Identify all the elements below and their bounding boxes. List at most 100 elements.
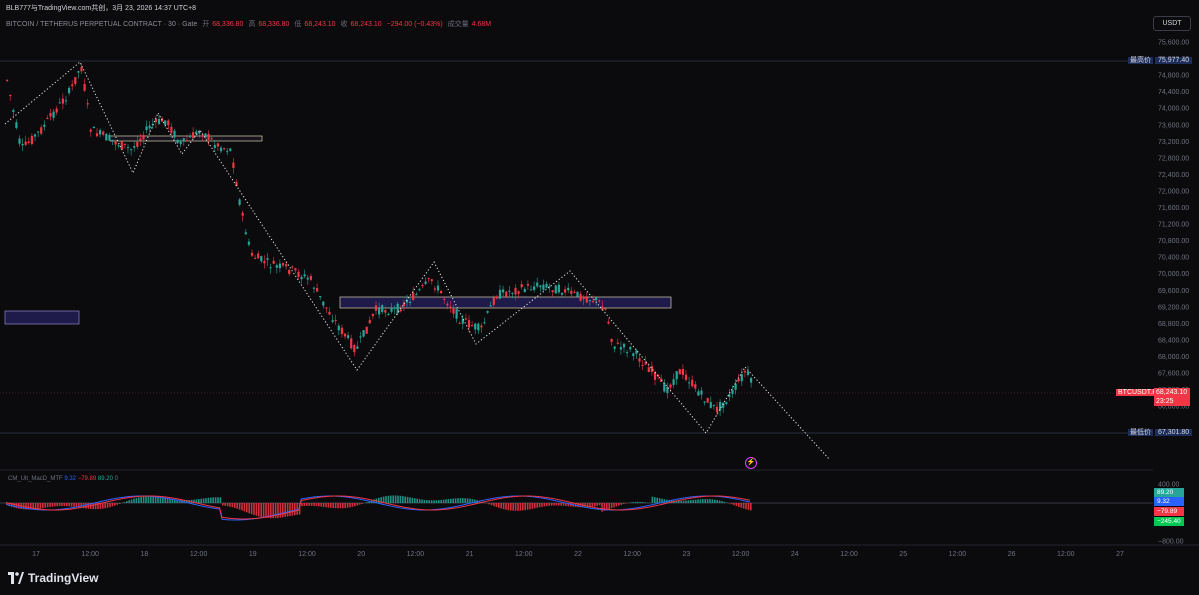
macd-histogram-bar bbox=[526, 503, 529, 510]
candle-body bbox=[123, 143, 126, 145]
macd-histogram-bar bbox=[320, 503, 322, 507]
macd-histogram-bar bbox=[723, 501, 726, 503]
macd-histogram-bar bbox=[447, 499, 450, 503]
macd-histogram-bar bbox=[231, 503, 234, 508]
oscillator-value-2: −79.89 bbox=[77, 476, 97, 482]
candle-body bbox=[399, 309, 402, 312]
oscillator-value-tag: −79.89 bbox=[1154, 507, 1184, 516]
macd-histogram-bar bbox=[610, 503, 613, 509]
macd-histogram-bar bbox=[229, 503, 231, 507]
candle-body bbox=[300, 276, 303, 280]
tradingview-logo[interactable]: TradingView bbox=[8, 571, 98, 585]
chart-canvas[interactable]: 75,600.0075,200.0074,800.0074,400.0074,0… bbox=[0, 0, 1199, 595]
macd-histogram-bar bbox=[630, 502, 632, 503]
macd-histogram-bar bbox=[534, 503, 536, 509]
candle-body bbox=[244, 232, 247, 235]
macd-histogram-bar bbox=[452, 498, 454, 503]
macd-histogram-bar bbox=[207, 497, 210, 503]
macd-histogram-bar bbox=[490, 503, 493, 506]
macd-histogram-bar bbox=[354, 503, 356, 507]
macd-histogram-bar bbox=[538, 503, 541, 508]
macd-histogram-bar bbox=[426, 500, 428, 503]
macd-histogram-bar bbox=[442, 499, 445, 503]
macd-histogram-bar bbox=[466, 498, 469, 503]
candle-body bbox=[55, 108, 58, 113]
currency-button[interactable]: USDT bbox=[1153, 16, 1191, 31]
candle-body bbox=[61, 98, 64, 104]
macd-histogram-bar bbox=[402, 496, 404, 503]
candle-body bbox=[467, 320, 471, 328]
candle-body bbox=[464, 318, 467, 320]
macd-histogram-bar bbox=[56, 503, 58, 507]
macd-histogram-bar bbox=[255, 503, 258, 516]
candle-body bbox=[536, 282, 539, 287]
candle-body bbox=[548, 286, 551, 288]
candle-body bbox=[619, 347, 622, 350]
candle-body bbox=[409, 301, 412, 303]
candle-body bbox=[257, 253, 260, 259]
candle-body bbox=[576, 291, 579, 297]
candle-body bbox=[340, 327, 343, 335]
candle-body bbox=[675, 371, 678, 380]
macd-histogram-bar bbox=[654, 497, 656, 503]
candle-body bbox=[133, 146, 136, 148]
price-axis-tick: 68,000.00 bbox=[1158, 354, 1189, 361]
candle-body bbox=[294, 268, 297, 271]
candle-body bbox=[421, 285, 424, 287]
macd-histogram-bar bbox=[198, 499, 200, 503]
macd-histogram-bar bbox=[457, 498, 459, 503]
macd-histogram-bar bbox=[709, 499, 711, 503]
oscillator-axis-tick: −800.00 bbox=[1158, 539, 1184, 546]
price-chart-svg[interactable]: 75,600.0075,200.0074,800.0074,400.0074,0… bbox=[0, 0, 1199, 560]
candle-body bbox=[604, 308, 607, 310]
macd-histogram-bar bbox=[61, 503, 63, 506]
macd-histogram-bar bbox=[294, 503, 296, 516]
macd-histogram-bar bbox=[253, 503, 255, 515]
macd-histogram-bar bbox=[730, 503, 733, 505]
candle-body bbox=[316, 288, 319, 292]
candle-body bbox=[691, 379, 694, 387]
candle-body bbox=[86, 103, 89, 105]
candle-body bbox=[43, 124, 46, 127]
candle-body bbox=[471, 325, 474, 327]
candle-body bbox=[452, 308, 455, 314]
candle-body bbox=[322, 301, 325, 306]
candle-body bbox=[585, 297, 588, 303]
candle-body bbox=[430, 279, 433, 282]
macd-histogram-bar bbox=[392, 495, 394, 503]
candle-body bbox=[672, 379, 675, 385]
macd-histogram-bar bbox=[553, 503, 555, 506]
macd-histogram-bar bbox=[85, 503, 87, 509]
candle-body bbox=[71, 84, 74, 87]
candle-body bbox=[105, 133, 108, 141]
candle-body bbox=[170, 126, 173, 133]
candle-body bbox=[498, 289, 502, 299]
macd-histogram-bar bbox=[639, 501, 642, 503]
zone-middle bbox=[339, 296, 672, 309]
current-symbol-label: BTCUSDT.P bbox=[1116, 389, 1159, 396]
lightning-icon[interactable]: ⚡ bbox=[745, 457, 757, 469]
macd-histogram-bar bbox=[433, 500, 435, 503]
candle-body bbox=[731, 390, 734, 394]
macd-histogram-bar bbox=[548, 503, 550, 506]
macd-histogram-bar bbox=[361, 503, 363, 504]
candle-body bbox=[263, 260, 266, 264]
macd-histogram-bar bbox=[258, 503, 260, 517]
macd-histogram-bar bbox=[318, 503, 320, 507]
tradingview-chart-window: 75,600.0075,200.0074,800.0074,400.0074,0… bbox=[0, 0, 1199, 595]
candle-body bbox=[291, 266, 294, 268]
time-axis-tick: 12:00 bbox=[732, 551, 750, 558]
macd-histogram-bar bbox=[493, 503, 495, 507]
macd-histogram-bar bbox=[692, 499, 694, 503]
candle-body bbox=[95, 133, 99, 137]
macd-histogram-bar bbox=[130, 499, 133, 503]
macd-histogram-bar bbox=[378, 497, 380, 503]
candle-body bbox=[40, 127, 43, 134]
candle-body bbox=[80, 67, 83, 72]
macd-histogram-bar bbox=[615, 503, 618, 507]
candle-body bbox=[309, 275, 312, 280]
lowest-price-tag: 最低价 67,301.80 bbox=[1128, 428, 1193, 438]
macd-histogram-bar bbox=[697, 499, 699, 503]
candle-body bbox=[297, 271, 300, 277]
candle-body bbox=[505, 291, 508, 297]
